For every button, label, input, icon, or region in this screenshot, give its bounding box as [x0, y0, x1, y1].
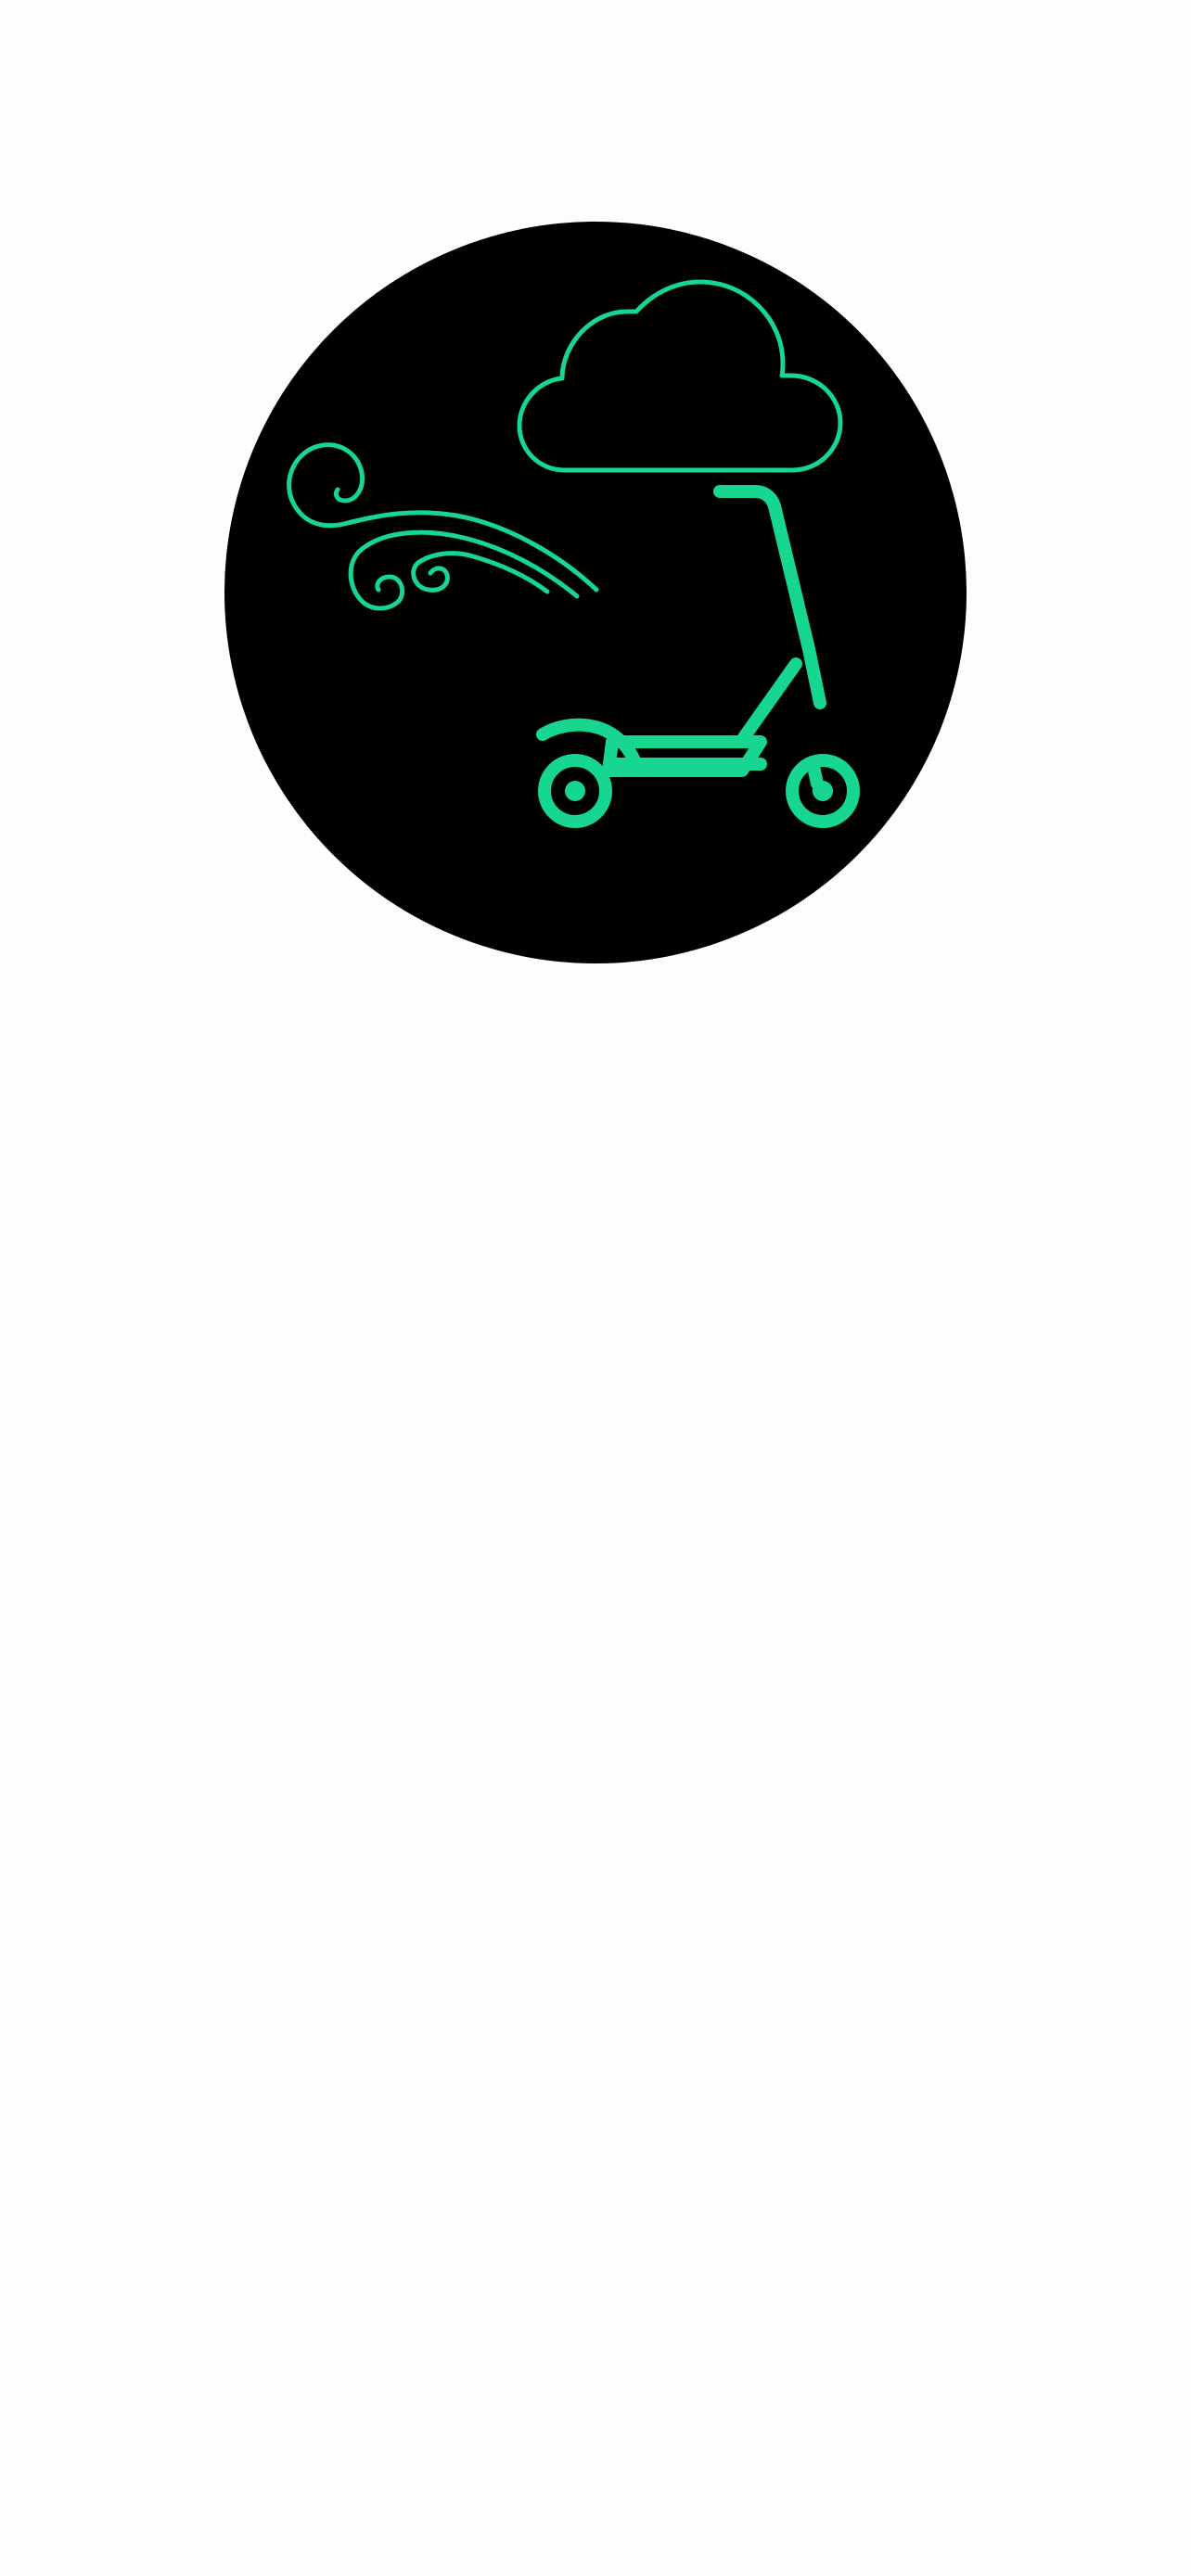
cloud-icon [517, 279, 843, 473]
electric-scooter-icon [536, 485, 860, 828]
scooter-illustration [287, 279, 860, 828]
